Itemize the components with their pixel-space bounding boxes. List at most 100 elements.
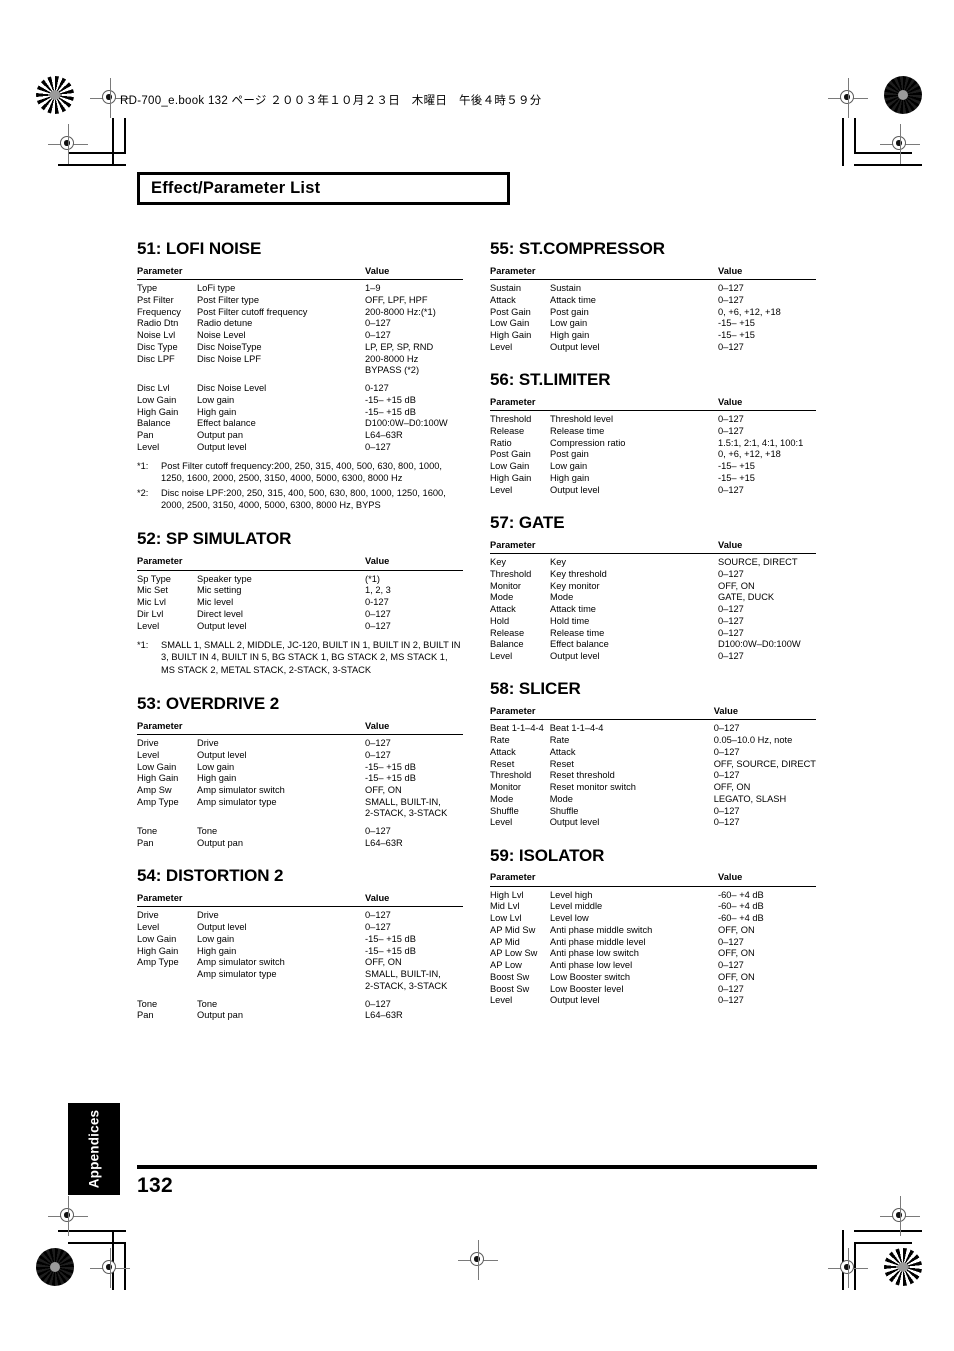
- cell-parameter-value: OFF, SOURCE, DIRECT: [713, 758, 816, 769]
- cell-parameter-value: 0–127: [718, 627, 744, 638]
- cell-parameter-value: 0–127: [718, 650, 744, 661]
- parameter-table: Parameter Value Drive Drive 0–127 Level Outp…: [137, 721, 463, 849]
- cell-parameter-description: Noise Level: [197, 330, 246, 341]
- cell-parameter-name: Release: [490, 627, 525, 638]
- table-row: Ratio Compression ratio 1.5:1, 2:1, 4:1, 1…: [490, 436, 816, 448]
- cell-parameter-description: [197, 807, 365, 819]
- cell-parameter-name: High Gain: [137, 945, 179, 956]
- registration-ball-top-left: [36, 76, 74, 114]
- table-row: Reset Reset OFF, SOURCE, DIRECT: [490, 757, 816, 769]
- cell-parameter-description: Key monitor: [550, 580, 600, 591]
- cell-parameter-value: 0–127: [718, 341, 744, 352]
- cell-parameter-description: Output level: [550, 650, 600, 661]
- cell-parameter-name: High Gain: [137, 406, 179, 417]
- cell-parameter-value: 0–127: [718, 283, 744, 294]
- cell-parameter-description: Beat 1-1–4-4: [549, 723, 604, 734]
- table-row: Amp Type Amp simulator type SMALL, BUILT-I…: [137, 795, 463, 807]
- cell-parameter-description: High gain: [197, 406, 237, 417]
- cell-parameter-name: Mic Lvl: [137, 597, 166, 608]
- crop-mark-bottom-right: [818, 1218, 922, 1290]
- cell-parameter-value: 0–127: [718, 414, 744, 425]
- cell-parameter-name: High Gain: [137, 773, 179, 784]
- cell-parameter-value: -15– +15 dB: [365, 773, 416, 784]
- cell-parameter-name: Disc Lvl: [137, 383, 170, 394]
- cell-parameter-description: Output level: [550, 484, 600, 495]
- footnote-marker: *1:: [137, 461, 149, 472]
- parameter-table-body: Drive Drive 0–127 Level Output level 0–127 Low…: [137, 907, 463, 1021]
- cell-parameter-name: [137, 807, 197, 819]
- cell-parameter-value: OFF, ON: [713, 782, 751, 793]
- table-row: Post Gain Post gain 0, +6, +12, +18: [490, 305, 816, 317]
- registration-mark-top-right-inner: [828, 78, 868, 118]
- registration-ball-bottom-right: [884, 1248, 922, 1286]
- table-row: Hold Hold time 0–127: [490, 614, 816, 626]
- cell-parameter-name: Disc Type: [137, 341, 178, 352]
- cell-parameter-name: Drive: [137, 910, 159, 921]
- section-title: 52: SP SIMULATOR: [137, 529, 292, 549]
- cell-parameter-description: High gain: [550, 330, 590, 341]
- cell-parameter-name: Amp Type: [137, 957, 179, 968]
- appendices-tab-label: Appendices: [86, 1109, 102, 1189]
- cell-parameter-name: Balance: [137, 418, 171, 429]
- cell-parameter-value: LP, EP, SP, RND: [365, 341, 434, 352]
- cell-parameter-description: Attack time: [550, 604, 596, 615]
- cell-parameter-description: Amp simulator type: [197, 796, 277, 807]
- table-row: AP Mid Anti phase middle level 0–127: [490, 935, 816, 947]
- cell-parameter-name: Boost Sw: [490, 971, 530, 982]
- table-row: Type LoFi type 1–9: [137, 280, 463, 294]
- page-number-rule: [137, 1165, 817, 1169]
- col-header-parameter: Parameter: [490, 707, 714, 721]
- cell-parameter-value: 0–127: [718, 425, 744, 436]
- cell-parameter-name: Level: [137, 441, 160, 452]
- cell-parameter-name: Sustain: [490, 283, 522, 294]
- cell-parameter-description: Rate: [549, 735, 570, 746]
- cell-parameter-description: Effect balance: [550, 639, 609, 650]
- table-row: Level Output level 0–127: [490, 994, 816, 1006]
- section-distortion-2: 54: DISTORTION 2 Parameter Value Drive Dr…: [137, 867, 463, 1020]
- cell-parameter-name: Mode: [490, 793, 514, 804]
- footnote-text: Post Filter cutoff frequency:200, 250, 3…: [161, 461, 442, 484]
- crop-mark-top-right: [818, 118, 922, 180]
- section-title: 51: LOFI NOISE: [137, 239, 262, 258]
- cell-parameter-name: Low Gain: [137, 394, 177, 405]
- table-row: Frequency Post Filter cutoff frequency 200…: [137, 305, 463, 317]
- cell-parameter-value: OFF, ON: [718, 924, 755, 935]
- footnote-text: Disc noise LPF:200, 250, 315, 400, 500, …: [161, 487, 446, 511]
- cell-parameter-description: Output level: [197, 620, 247, 631]
- table-row: High Gain High gain -15– +15 dB: [137, 772, 463, 784]
- cell-parameter-description: Release time: [550, 627, 605, 638]
- footnote: *1: Post Filter cutoff frequency:200, 250…: [137, 460, 463, 485]
- col-header-value: Value: [713, 707, 816, 721]
- cell-parameter-value: L64–63R: [365, 430, 403, 441]
- registration-ball-bottom-left: [36, 1248, 74, 1286]
- book-filename-header: RD-700_e.book 132 ページ ２００３年１０月２３日 木曜日 午後…: [120, 95, 542, 107]
- cell-parameter-name: Hold: [490, 615, 510, 626]
- cell-parameter-description: LoFi type: [197, 283, 236, 294]
- table-row: Monitor Reset monitor switch OFF, ON: [490, 781, 816, 793]
- section-overdrive-2: 53: OVERDRIVE 2 Parameter Value Drive Dri…: [137, 695, 463, 848]
- table-row: Boost Sw Low Booster switch OFF, ON: [490, 970, 816, 982]
- table-row: Level Output level 0–127: [137, 921, 463, 933]
- cell-parameter-value: OFF, ON: [365, 785, 402, 796]
- col-header-parameter: Parameter: [490, 540, 718, 555]
- col-header-value: Value: [365, 266, 463, 281]
- cell-parameter-description: Compression ratio: [550, 437, 626, 448]
- cell-parameter-name: Low Lvl: [490, 913, 522, 924]
- registration-ball-top-right: [884, 76, 922, 114]
- section-title: 57: GATE: [490, 512, 565, 532]
- cell-parameter-description: Level middle: [550, 901, 603, 912]
- cell-parameter-description: Shuffle: [549, 805, 579, 816]
- cell-parameter-value: D100:0W–D0:100W: [365, 418, 448, 429]
- cell-parameter-description: Low Booster level: [550, 983, 624, 994]
- section-title: 58: SLICER: [490, 679, 581, 699]
- cell-parameter-description: Output level: [550, 995, 600, 1006]
- cell-parameter-value: 0–127: [365, 620, 391, 631]
- cell-parameter-value: 0.05–10.0 Hz, note: [713, 735, 793, 746]
- cell-parameter-description: Post Filter type: [197, 294, 260, 305]
- cell-parameter-name: High Gain: [490, 472, 532, 483]
- cell-parameter-description: Mode: [549, 793, 573, 804]
- footnotes: *1: Post Filter cutoff frequency:200, 250…: [137, 460, 463, 511]
- parameter-table-body: Type LoFi type 1–9 Pst Filter Post Filter ty…: [137, 280, 463, 452]
- table-row: High Gain High gain -15– +15 dB: [137, 405, 463, 417]
- parameter-table: Parameter Value Sp Type Speaker type (*1) M…: [137, 557, 463, 631]
